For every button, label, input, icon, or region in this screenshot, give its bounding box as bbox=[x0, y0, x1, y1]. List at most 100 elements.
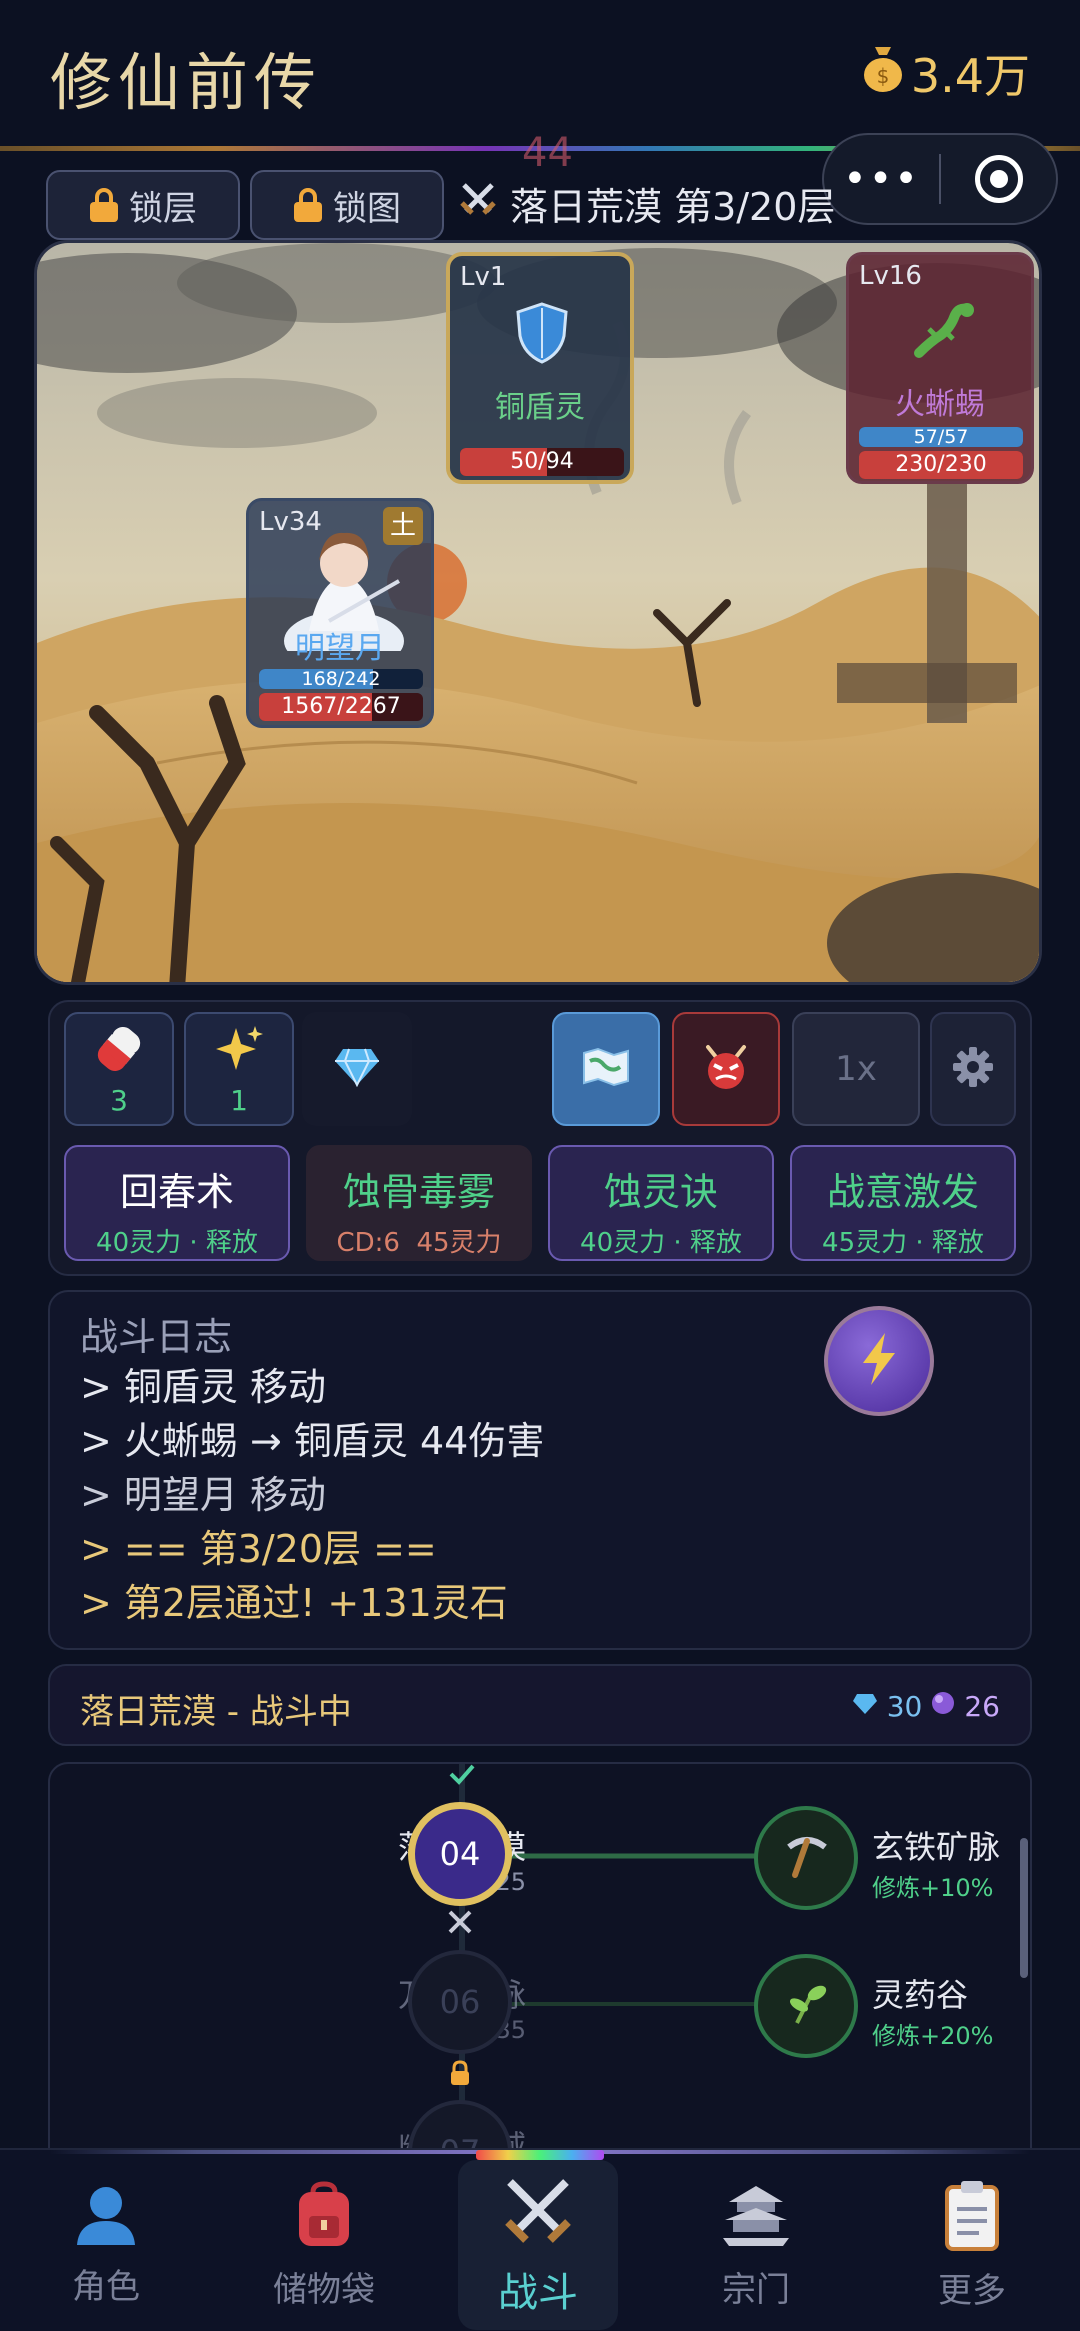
boss-button[interactable] bbox=[672, 1012, 780, 1126]
clipboard-icon bbox=[941, 2179, 1003, 2255]
nav-label: 宗门 bbox=[722, 2269, 790, 2310]
nav-tab-inventory[interactable]: 储物袋 bbox=[244, 2160, 404, 2330]
location-text: 落日荒漠 第3/20层 bbox=[510, 185, 836, 229]
map-scrollbar[interactable] bbox=[1020, 1838, 1028, 1978]
mp-text: 168/242 bbox=[301, 669, 381, 689]
nav-active-indicator bbox=[476, 2150, 604, 2160]
shield-icon bbox=[514, 302, 570, 368]
unit-card-copper-shield[interactable]: Lv1 铜盾灵 50/94 bbox=[446, 252, 634, 484]
resource-info-herb: 灵药谷 修炼+20% bbox=[872, 1970, 993, 2051]
close-miniprogram-button[interactable] bbox=[941, 155, 1056, 203]
resource-info-iron: 玄铁矿脉 修炼+10% bbox=[872, 1822, 1000, 1903]
nav-tab-character[interactable]: 角色 bbox=[26, 2160, 186, 2330]
resource-node-iron[interactable] bbox=[754, 1806, 858, 1910]
check-icon bbox=[448, 1762, 476, 1790]
settings-button[interactable] bbox=[930, 1012, 1016, 1126]
item-pill-button[interactable]: 3 bbox=[64, 1012, 174, 1126]
hp-bar: 50/94 bbox=[460, 448, 624, 476]
demon-mask-icon bbox=[702, 1043, 750, 1095]
skill-huichunshu[interactable]: 回春术 40灵力 · 释放 bbox=[64, 1145, 290, 1261]
hp-bar: 1567/2267 bbox=[259, 693, 423, 721]
pagoda-icon bbox=[721, 2180, 791, 2254]
mp-bar: 57/57 bbox=[859, 427, 1023, 447]
spirit-orb-icon bbox=[930, 1690, 956, 1723]
speed-button[interactable]: 1x bbox=[792, 1012, 920, 1126]
skill-cost: 45灵力 · 释放 bbox=[822, 1228, 984, 1258]
miniprogram-capsule: ••• bbox=[822, 133, 1058, 225]
unit-level: Lv16 bbox=[859, 261, 922, 291]
lock-map-button[interactable]: 锁图 bbox=[250, 170, 444, 240]
map-icon bbox=[582, 1047, 630, 1091]
hp-bar: 230/230 bbox=[859, 451, 1023, 479]
skill-cooldown: CD:6 bbox=[336, 1228, 400, 1258]
zone-node-current[interactable]: 04 bbox=[408, 1802, 512, 1906]
target-icon bbox=[974, 155, 1023, 203]
lock-icon bbox=[293, 188, 323, 222]
more-menu-button[interactable]: ••• bbox=[824, 156, 939, 202]
resource-counters: 30 26 bbox=[851, 1690, 1000, 1723]
floating-damage-number: 44 bbox=[522, 130, 573, 176]
unit-level: Lv34 bbox=[259, 507, 322, 537]
log-line: > 明望月 移动 bbox=[80, 1473, 326, 1517]
skill-cost: 40灵力 · 释放 bbox=[580, 1228, 742, 1258]
gem-count: 30 bbox=[886, 1690, 923, 1723]
resource-bonus: 修炼+10% bbox=[872, 1874, 994, 1902]
mp-text: 57/57 bbox=[913, 427, 969, 447]
pickaxe-icon bbox=[781, 1831, 831, 1885]
nav-label: 储物袋 bbox=[273, 2269, 375, 2310]
zone-node-locked[interactable]: 06 bbox=[408, 1950, 512, 2054]
lock-floor-button[interactable]: 锁层 bbox=[46, 170, 240, 240]
skill-zhanyijifa[interactable]: 战意激发 45灵力 · 释放 bbox=[790, 1145, 1016, 1261]
skill-name: 蚀灵诀 bbox=[603, 1170, 718, 1214]
money-bag-icon: $ bbox=[861, 43, 905, 104]
skill-shigudu[interactable]: 蚀骨毒雾 CD:6 45灵力 bbox=[306, 1145, 532, 1261]
crossed-swords-icon bbox=[458, 179, 498, 228]
unit-card-hero[interactable]: Lv34 土 明望月 168/242 1567/2267 bbox=[246, 498, 434, 728]
lock-icon bbox=[448, 2060, 472, 2090]
battle-status-text: 落日荒漠 - 战斗中 bbox=[80, 1692, 352, 1732]
resource-name: 玄铁矿脉 bbox=[872, 1828, 1001, 1866]
gem-button[interactable] bbox=[302, 1012, 412, 1126]
skill-shilingjue[interactable]: 蚀灵诀 40灵力 · 释放 bbox=[548, 1145, 774, 1261]
crossed-swords-icon bbox=[500, 2172, 576, 2252]
nav-label: 更多 bbox=[938, 2270, 1006, 2311]
sparkle-icon bbox=[212, 1022, 266, 1080]
map-button[interactable] bbox=[552, 1012, 660, 1126]
unit-name: 明望月 bbox=[295, 631, 385, 666]
app-title: 修仙前传 bbox=[50, 46, 323, 119]
nav-label: 战斗 bbox=[498, 2270, 578, 2316]
orb-count: 26 bbox=[964, 1690, 1000, 1723]
diamond-icon bbox=[333, 1047, 381, 1091]
hp-text: 1567/2267 bbox=[281, 694, 401, 719]
diamond-icon bbox=[851, 1690, 879, 1723]
log-line: > 火蜥蜴 → 铜盾灵 44伤害 bbox=[80, 1419, 545, 1463]
herb-icon bbox=[783, 1981, 829, 2031]
unit-card-fire-lizard[interactable]: Lv16 火蜥蜴 57/57 230/230 bbox=[846, 252, 1034, 484]
unit-name: 火蜥蜴 bbox=[895, 387, 985, 422]
skill-name: 蚀骨毒雾 bbox=[342, 1170, 495, 1214]
hp-text: 230/230 bbox=[895, 452, 987, 477]
resource-node-herb[interactable] bbox=[754, 1954, 858, 2058]
skill-cost: 45灵力 bbox=[416, 1228, 502, 1258]
nav-tab-sect[interactable]: 宗门 bbox=[676, 2160, 836, 2330]
auto-battle-button[interactable] bbox=[824, 1306, 934, 1416]
nav-tab-more[interactable]: 更多 bbox=[892, 2160, 1052, 2330]
backpack-icon bbox=[289, 2180, 359, 2254]
nav-tab-battle[interactable]: 战斗 bbox=[458, 2160, 618, 2330]
skill-name: 回春术 bbox=[119, 1170, 234, 1214]
item-sparkle-button[interactable]: 1 bbox=[184, 1012, 294, 1126]
lock-map-label: 锁图 bbox=[333, 188, 401, 229]
skill-name: 战意激发 bbox=[826, 1170, 979, 1214]
location-indicator: 落日荒漠 第3/20层 bbox=[458, 176, 835, 231]
resource-name: 灵药谷 bbox=[872, 1976, 969, 2014]
money-amount: 3.4万 bbox=[910, 49, 1030, 103]
lock-icon bbox=[89, 188, 119, 222]
lizard-icon bbox=[911, 301, 975, 369]
nav-label: 角色 bbox=[72, 2266, 140, 2307]
person-icon bbox=[71, 2183, 141, 2251]
unit-name: 铜盾灵 bbox=[495, 390, 585, 425]
unit-level: Lv1 bbox=[460, 262, 507, 292]
lightning-icon bbox=[857, 1331, 901, 1391]
battle-log-title: 战斗日志 bbox=[80, 1315, 233, 1359]
item-count: 1 bbox=[230, 1083, 248, 1117]
